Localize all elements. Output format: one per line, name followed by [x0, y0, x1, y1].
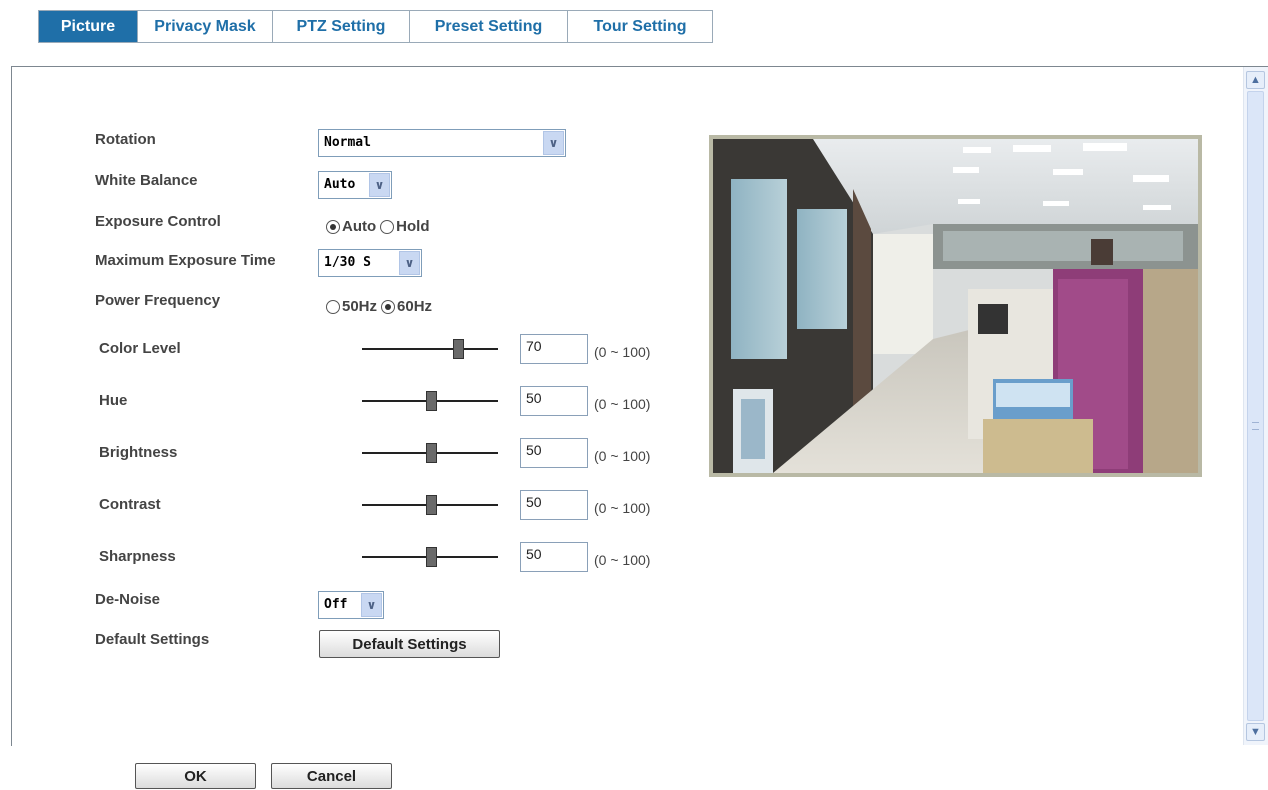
- slider-track: [362, 348, 498, 350]
- chevron-down-icon[interactable]: ∨: [369, 173, 390, 197]
- white-balance-label: White Balance: [95, 172, 198, 189]
- slider-thumb[interactable]: [426, 443, 437, 463]
- white-balance-value: Auto: [324, 177, 356, 192]
- max-exposure-time-select[interactable]: 1/30 S ∨: [318, 249, 422, 277]
- sharpness-slider[interactable]: [362, 545, 498, 569]
- contrast-label: Contrast: [99, 496, 161, 513]
- exposure-auto-radio[interactable]: [326, 219, 340, 234]
- tab-tour-setting[interactable]: Tour Setting: [568, 11, 712, 42]
- chevron-down-icon[interactable]: ∨: [361, 593, 382, 617]
- scrollbar-grip: [1252, 422, 1259, 430]
- de-noise-label: De-Noise: [95, 591, 161, 608]
- color-level-range: (0 ~ 100): [594, 344, 651, 360]
- tab-picture[interactable]: Picture: [39, 11, 138, 42]
- rotation-label: Rotation: [95, 131, 156, 148]
- tab-bar: Picture Privacy Mask PTZ Setting Preset …: [38, 10, 713, 43]
- de-noise-select[interactable]: Off ∨: [318, 591, 384, 619]
- color-level-slider[interactable]: [362, 337, 498, 361]
- sharpness-range: (0 ~ 100): [594, 552, 651, 568]
- exposure-hold-label: Hold: [396, 218, 430, 235]
- de-noise-value: Off: [324, 597, 348, 612]
- chevron-down-icon[interactable]: ∨: [543, 131, 564, 155]
- power-frequency-label: Power Frequency: [95, 292, 221, 309]
- max-exposure-time-value: 1/30 S: [324, 255, 371, 270]
- chevron-down-icon[interactable]: ∨: [399, 251, 420, 275]
- power-50hz-label: 50Hz: [342, 298, 378, 315]
- brightness-range: (0 ~ 100): [594, 448, 651, 464]
- brightness-slider[interactable]: [362, 441, 498, 465]
- chevron-up-icon[interactable]: ▲: [1246, 71, 1265, 89]
- default-settings-button[interactable]: Default Settings: [319, 630, 500, 658]
- hue-input[interactable]: 50: [520, 386, 588, 416]
- exposure-auto-label: Auto: [342, 218, 377, 235]
- power-frequency-radios: 50Hz 60Hz: [326, 298, 436, 315]
- office-camera-image: [713, 139, 1198, 473]
- white-balance-select[interactable]: Auto ∨: [318, 171, 392, 199]
- chevron-down-icon[interactable]: ▼: [1246, 723, 1265, 741]
- brightness-label: Brightness: [99, 444, 178, 461]
- rotation-value: Normal: [324, 135, 371, 150]
- exposure-hold-radio[interactable]: [380, 219, 395, 234]
- exposure-control-radios: Auto Hold: [326, 218, 433, 235]
- tab-ptz-setting[interactable]: PTZ Setting: [273, 11, 410, 42]
- color-level-input[interactable]: 70: [520, 334, 588, 364]
- slider-thumb[interactable]: [453, 339, 464, 359]
- hue-slider[interactable]: [362, 389, 498, 413]
- tab-privacy-mask[interactable]: Privacy Mask: [138, 11, 273, 42]
- exposure-control-label: Exposure Control: [95, 213, 221, 230]
- slider-thumb[interactable]: [426, 495, 437, 515]
- tab-preset-setting[interactable]: Preset Setting: [410, 11, 568, 42]
- cancel-button[interactable]: Cancel: [271, 763, 392, 789]
- default-settings-label: Default Settings: [95, 631, 210, 648]
- vertical-scrollbar[interactable]: ▲ ▼: [1243, 67, 1268, 745]
- sharpness-input[interactable]: 50: [520, 542, 588, 572]
- brightness-input[interactable]: 50: [520, 438, 588, 468]
- power-50hz-radio[interactable]: [326, 299, 340, 314]
- hue-range: (0 ~ 100): [594, 396, 651, 412]
- power-60hz-radio[interactable]: [381, 299, 396, 314]
- scrollbar-thumb[interactable]: [1247, 91, 1264, 721]
- slider-thumb[interactable]: [426, 547, 437, 567]
- ok-button[interactable]: OK: [135, 763, 256, 789]
- color-level-label: Color Level: [99, 340, 181, 357]
- max-exposure-time-label: Maximum Exposure Time: [95, 252, 276, 269]
- contrast-slider[interactable]: [362, 493, 498, 517]
- power-60hz-label: 60Hz: [397, 298, 433, 315]
- contrast-input[interactable]: 50: [520, 490, 588, 520]
- camera-preview: [709, 135, 1202, 477]
- slider-thumb[interactable]: [426, 391, 437, 411]
- sharpness-label: Sharpness: [99, 548, 176, 565]
- contrast-range: (0 ~ 100): [594, 500, 651, 516]
- hue-label: Hue: [99, 392, 128, 409]
- rotation-select[interactable]: Normal ∨: [318, 129, 566, 157]
